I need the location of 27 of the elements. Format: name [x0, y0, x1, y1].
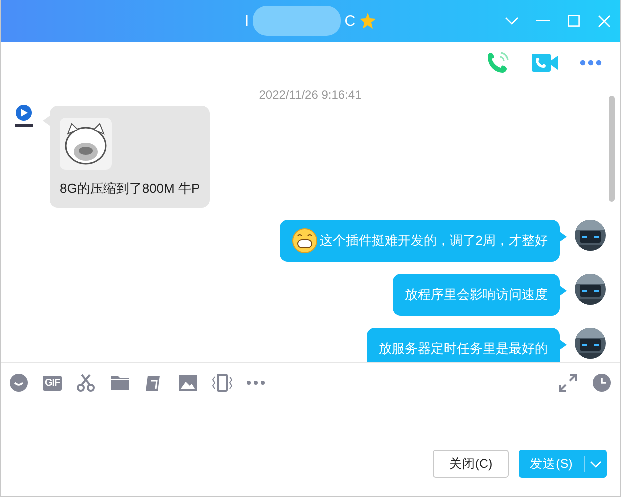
timestamp: 2022/11/26 9:16:41 [258, 88, 363, 104]
message-text: 放服务器定时任务里是最好的 [379, 340, 548, 358]
smiley-icon[interactable] [9, 373, 29, 393]
gif-icon[interactable]: GIF [43, 376, 62, 390]
chevron-down-icon[interactable] [504, 17, 518, 25]
more-icon[interactable] [580, 60, 602, 66]
scrollbar[interactable] [609, 96, 615, 202]
close-icon[interactable] [598, 14, 611, 28]
shake-icon[interactable] [212, 373, 232, 393]
minimize-icon[interactable] [536, 20, 550, 22]
message-text: 放程序里会影响访问速度 [405, 286, 548, 304]
clock-icon[interactable] [592, 373, 612, 393]
send-button[interactable]: 发送(S) [519, 450, 607, 478]
phone-icon[interactable] [486, 51, 510, 75]
message-text: 这个插件挺难开发的，调了2周，才整好 [320, 232, 548, 250]
expand-icon[interactable] [558, 373, 578, 393]
image-icon[interactable] [178, 373, 198, 393]
folder-icon[interactable] [110, 373, 130, 393]
window-title: l [245, 12, 249, 30]
close-button[interactable]: 关闭(C) [433, 450, 509, 478]
window-title: C [344, 12, 356, 30]
maximize-icon[interactable] [568, 15, 580, 27]
scissors-icon[interactable] [76, 373, 96, 393]
star-icon [360, 13, 376, 29]
video-call-icon[interactable] [532, 53, 558, 73]
logo-icon [13, 104, 35, 128]
message-text: 8G的压缩到了800M 牛P [60, 180, 200, 198]
